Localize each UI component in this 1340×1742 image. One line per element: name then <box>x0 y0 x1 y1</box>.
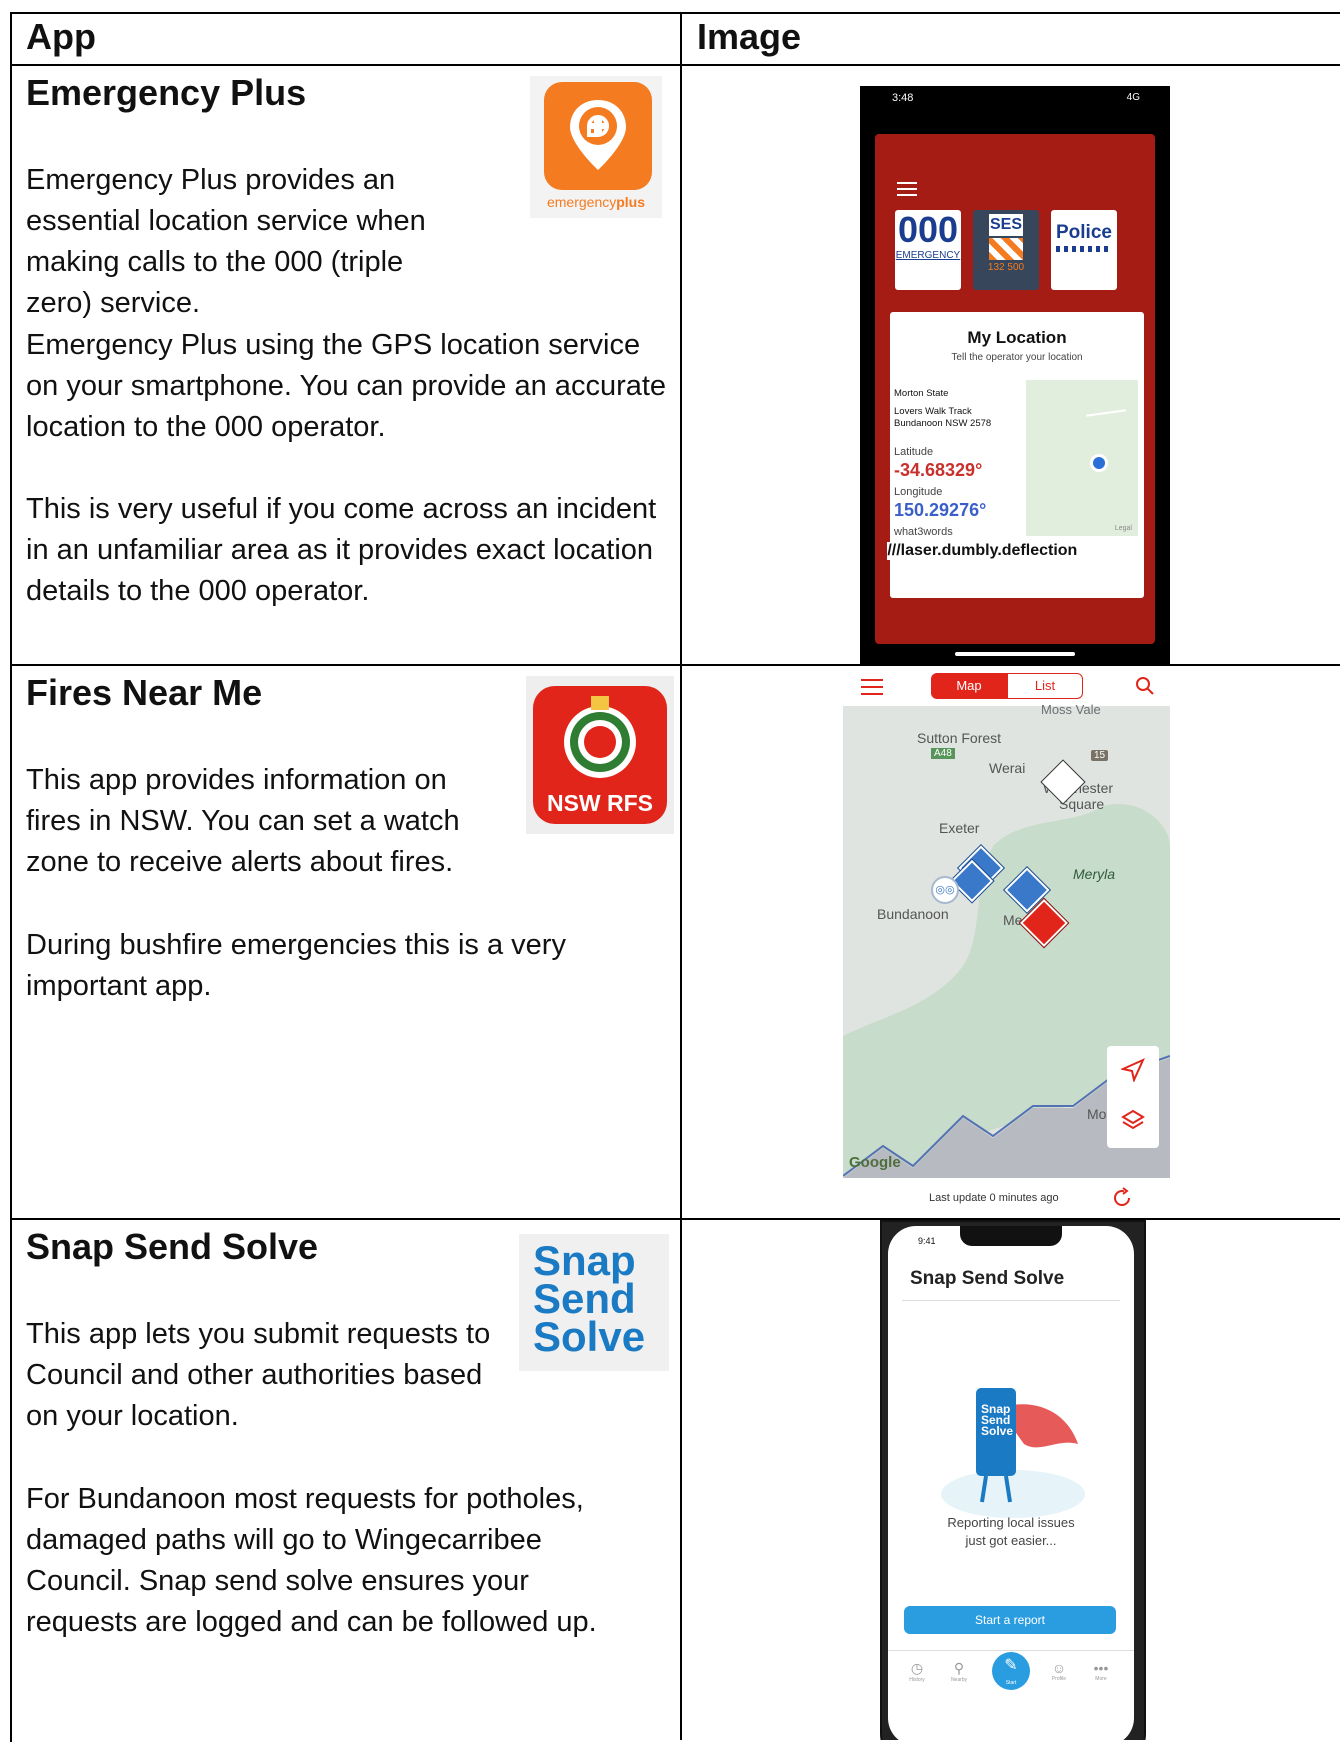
bottom-nav: ◷ History ⚲ Nearby ✎ Start ☺ Profile ••• More <box>888 1652 1134 1702</box>
tile-police[interactable]: Police <box>1051 210 1117 290</box>
address: Morton State Lovers Walk Track Bundanoon… <box>894 388 992 429</box>
menu-icon[interactable] <box>897 182 917 184</box>
logo-wordmark: Snap Send Solve <box>533 1237 646 1360</box>
app-icon <box>544 82 652 190</box>
screen-title: Snap Send Solve <box>910 1268 1065 1289</box>
last-update-text: Last update 0 minutes ago <box>929 1192 1059 1204</box>
emergency-plus-screenshot: 3:48 4G 000 EMERGENCY SES 132 500 Police… <box>860 86 1170 664</box>
status-time: 9:41 <box>918 1236 936 1246</box>
update-bar: Last update 0 minutes ago <box>843 1178 1170 1218</box>
snap-send-solve-screenshot: 9:41 Snap Send Solve Snap Send Solve Rep… <box>880 1220 1146 1740</box>
snap-send-solve-logo: Snap Send Solve <box>519 1234 669 1371</box>
column-divider <box>680 12 682 1740</box>
longitude-value: 150.29276° <box>894 500 987 520</box>
locate-arrow-icon[interactable] <box>1121 1058 1145 1082</box>
tagline: Reporting local issues just got easier..… <box>947 1515 1075 1548</box>
fire-map[interactable]: Moss Vale Sutton Forest A48 Werai 15 Win… <box>843 702 1170 1178</box>
tab-map[interactable]: Map <box>931 673 1007 699</box>
mascot-wordmark: Snap Send Solve <box>981 1402 1014 1438</box>
rfs-badge-icon <box>564 696 636 778</box>
app-description: This app provides information on fires i… <box>26 764 460 878</box>
tile-000[interactable]: 000 EMERGENCY <box>895 210 961 290</box>
latitude-value: -34.68329° <box>894 460 983 480</box>
clock-icon: ◷ <box>910 1660 924 1676</box>
phone-screen: 9:41 Snap Send Solve Snap Send Solve Rep… <box>888 1226 1134 1740</box>
map-controls <box>1107 1046 1159 1148</box>
column-header-image: Image <box>697 16 802 57</box>
app-title: Snap Send Solve <box>26 1226 319 1267</box>
status-network: 4G <box>1126 92 1140 103</box>
nav-more[interactable]: ••• More <box>1086 1660 1116 1682</box>
app-description: Emergency Plus provides an essential loc… <box>26 164 426 319</box>
nav-history[interactable]: ◷ History <box>902 1660 932 1683</box>
logo-wordmark: emergencyplus <box>546 194 646 210</box>
my-location-card: My Location Tell the operator your locat… <box>887 312 1144 598</box>
card-subtitle: Tell the operator your location <box>951 352 1083 363</box>
menu-icon[interactable] <box>861 679 883 681</box>
pin-icon: ⚲ <box>953 1660 965 1676</box>
status-time: 3:48 <box>892 92 914 104</box>
nav-profile[interactable]: ☺ Profile <box>1044 1660 1074 1682</box>
nav-nearby[interactable]: ⚲ Nearby <box>944 1660 974 1683</box>
nav-start[interactable]: ✎ Start <box>992 1652 1030 1690</box>
app-description: This app lets you submit requests to Cou… <box>26 1318 491 1432</box>
app-title: Fires Near Me <box>26 672 263 713</box>
start-report-button[interactable]: Start a report <box>904 1606 1116 1634</box>
nsw-rfs-logo: NSW RFS <box>526 676 674 834</box>
location-pin-icon <box>570 100 626 170</box>
google-attribution: Google <box>849 1154 901 1171</box>
app-screen: 000 EMERGENCY SES 132 500 Police My Loca… <box>875 134 1155 644</box>
tab-list[interactable]: List <box>1007 673 1083 699</box>
app-description: During bushfire emergencies this is a ve… <box>26 929 566 1002</box>
layers-icon[interactable] <box>1121 1108 1145 1132</box>
app-description: For Bundanoon most requests for potholes… <box>26 1483 597 1638</box>
app-icon: NSW RFS <box>533 686 667 824</box>
binoculars-icon[interactable]: ◎◎ <box>931 876 959 904</box>
app-description: Emergency Plus using the GPS location se… <box>26 329 667 443</box>
emergency-plus-logo: emergencyplus <box>530 76 662 218</box>
phone-mascot-illustration <box>941 1388 1085 1518</box>
smiley-icon: ☺ <box>1051 1660 1067 1676</box>
more-icon: ••• <box>1093 1660 1109 1676</box>
fires-near-me-screenshot: Map List Moss Vale Sutton Forest A48 Wer… <box>843 666 1170 1218</box>
app-description: This is very useful if you come across a… <box>26 493 657 607</box>
app-header: Map List <box>843 666 1170 706</box>
header-divider <box>10 64 1340 66</box>
home-indicator <box>955 652 1075 656</box>
compose-icon: ✎ <box>1004 1657 1018 1674</box>
location-dot-icon <box>1090 454 1108 472</box>
card-title: My Location <box>967 328 1067 347</box>
refresh-icon[interactable] <box>1111 1187 1133 1209</box>
search-icon[interactable] <box>1135 676 1155 696</box>
column-header-app: App <box>26 16 96 57</box>
what3words-value: //////laser.dumbly.deflection <box>887 542 1078 560</box>
app-title: Emergency Plus <box>26 72 307 113</box>
mini-map[interactable]: Legal <box>1026 380 1138 536</box>
tile-ses[interactable]: SES 132 500 <box>973 210 1039 290</box>
phone-frame: 9:41 Snap Send Solve Snap Send Solve Rep… <box>880 1220 1146 1740</box>
